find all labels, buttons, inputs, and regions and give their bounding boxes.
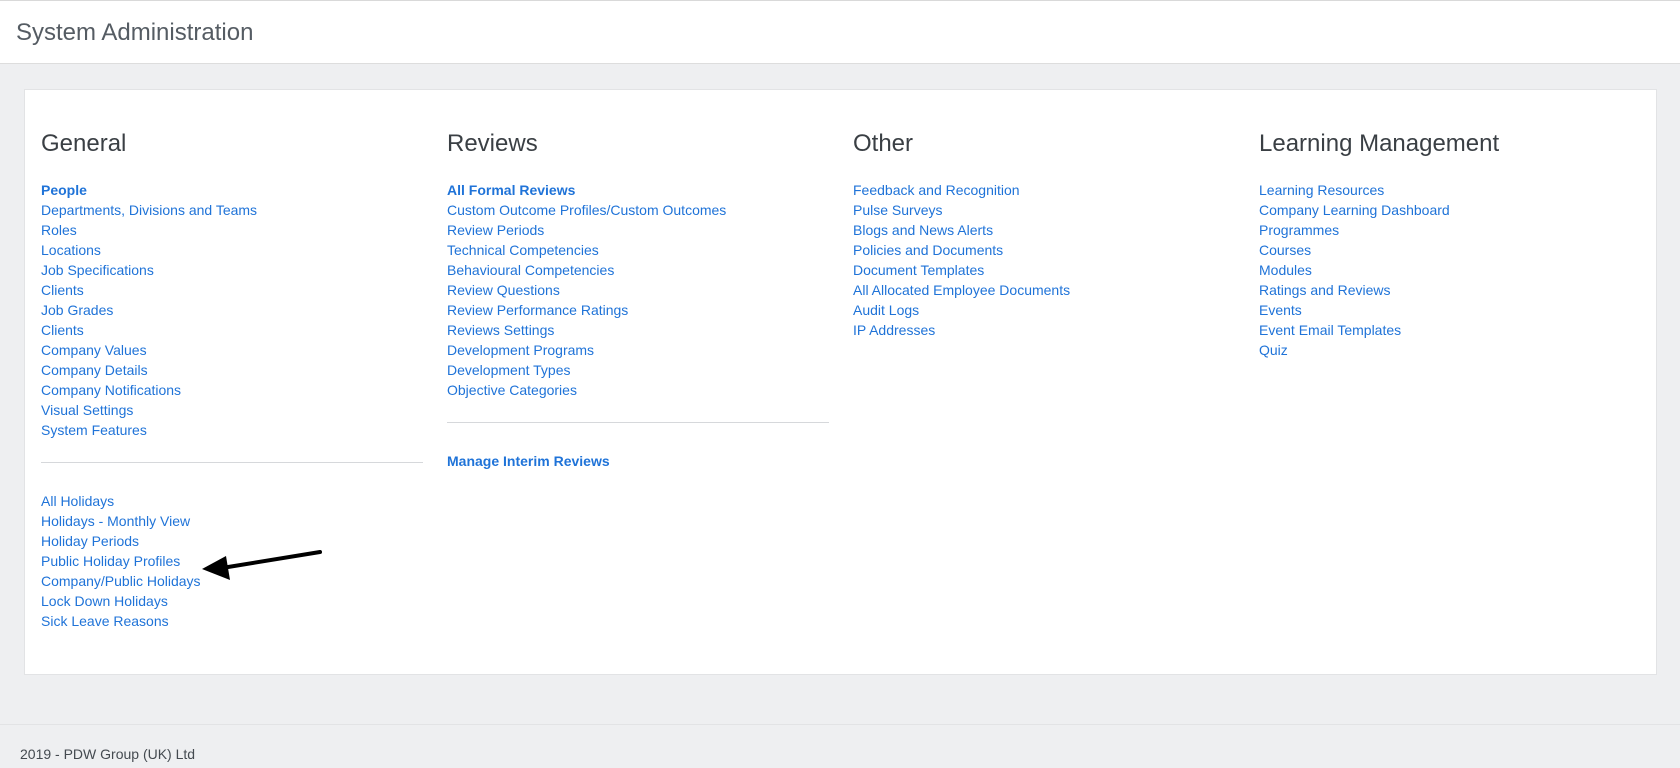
link-job-grades[interactable]: Job Grades [41, 300, 423, 320]
link-visual-settings[interactable]: Visual Settings [41, 400, 423, 420]
link-clients[interactable]: Clients [41, 280, 423, 300]
footer-copyright: 2019 - PDW Group (UK) Ltd [20, 746, 196, 762]
link-list: People Departments, Divisions and Teams Ro… [41, 180, 423, 440]
column-learning-management: Learning Management Learning Resources Com… [1259, 130, 1641, 360]
link-pulse-surveys[interactable]: Pulse Surveys [853, 200, 1235, 220]
section-divider [41, 462, 423, 463]
link-people[interactable]: People [41, 180, 423, 200]
link-review-performance-ratings[interactable]: Review Performance Ratings [447, 300, 829, 320]
link-company-values[interactable]: Company Values [41, 340, 423, 360]
footer: 2019 - PDW Group (UK) Ltd [0, 724, 1680, 768]
link-events[interactable]: Events [1259, 300, 1641, 320]
link-company-learning-dashboard[interactable]: Company Learning Dashboard [1259, 200, 1641, 220]
link-list: Learning Resources Company Learning Dashb… [1259, 180, 1641, 360]
link-departments-divisions-and-teams[interactable]: Departments, Divisions and Teams [41, 200, 423, 220]
link-holidays-monthly-view[interactable]: Holidays - Monthly View [41, 511, 423, 531]
section-heading: Learning Management [1259, 130, 1500, 157]
link-ip-addresses[interactable]: IP Addresses [853, 320, 1235, 340]
link-list: All Formal Reviews Custom Outcome Profile… [447, 180, 829, 400]
link-system-features[interactable]: System Features [41, 420, 423, 440]
link-manage-interim-reviews[interactable]: Manage Interim Reviews [447, 451, 829, 471]
link-list: Manage Interim Reviews [447, 451, 829, 471]
link-blogs-and-news-alerts[interactable]: Blogs and News Alerts [853, 220, 1235, 240]
link-feedback-and-recognition[interactable]: Feedback and Recognition [853, 180, 1235, 200]
column-reviews: Reviews All Formal Reviews Custom Outcome … [447, 130, 829, 471]
column-other: Other Feedback and Recognition Pulse Surve… [853, 130, 1235, 340]
link-event-email-templates[interactable]: Event Email Templates [1259, 320, 1641, 340]
link-clients[interactable]: Clients [41, 320, 423, 340]
link-behavioural-competencies[interactable]: Behavioural Competencies [447, 260, 829, 280]
link-development-programs[interactable]: Development Programs [447, 340, 829, 360]
page-title: System Administration [16, 19, 254, 46]
link-learning-resources[interactable]: Learning Resources [1259, 180, 1641, 200]
link-list: Feedback and Recognition Pulse Surveys Blo… [853, 180, 1235, 340]
link-modules[interactable]: Modules [1259, 260, 1641, 280]
link-audit-logs[interactable]: Audit Logs [853, 300, 1235, 320]
link-job-specifications[interactable]: Job Specifications [41, 260, 423, 280]
link-locations[interactable]: Locations [41, 240, 423, 260]
link-ratings-and-reviews[interactable]: Ratings and Reviews [1259, 280, 1641, 300]
link-objective-categories[interactable]: Objective Categories [447, 380, 829, 400]
link-all-formal-reviews[interactable]: All Formal Reviews [447, 180, 829, 200]
section-divider [447, 422, 829, 423]
admin-panel: General People Departments, Divisions and … [24, 89, 1657, 675]
link-technical-competencies[interactable]: Technical Competencies [447, 240, 829, 260]
section-heading: General [41, 130, 127, 157]
section-heading: Reviews [447, 130, 538, 157]
arrow-left-icon [202, 550, 322, 580]
link-company-notifications[interactable]: Company Notifications [41, 380, 423, 400]
link-policies-and-documents[interactable]: Policies and Documents [853, 240, 1235, 260]
link-roles[interactable]: Roles [41, 220, 423, 240]
link-all-allocated-employee-documents[interactable]: All Allocated Employee Documents [853, 280, 1235, 300]
section-heading: Other [853, 130, 914, 157]
link-programmes[interactable]: Programmes [1259, 220, 1641, 240]
link-courses[interactable]: Courses [1259, 240, 1641, 260]
link-custom-outcome-profiles-custom-outcomes[interactable]: Custom Outcome Profiles/Custom Outcomes [447, 200, 829, 220]
link-document-templates[interactable]: Document Templates [853, 260, 1235, 280]
link-lock-down-holidays[interactable]: Lock Down Holidays [41, 591, 423, 611]
link-company-details[interactable]: Company Details [41, 360, 423, 380]
link-quiz[interactable]: Quiz [1259, 340, 1641, 360]
link-review-periods[interactable]: Review Periods [447, 220, 829, 240]
top-bar: System Administration [0, 0, 1680, 64]
link-review-questions[interactable]: Review Questions [447, 280, 829, 300]
link-reviews-settings[interactable]: Reviews Settings [447, 320, 829, 340]
link-all-holidays[interactable]: All Holidays [41, 491, 423, 511]
link-development-types[interactable]: Development Types [447, 360, 829, 380]
link-sick-leave-reasons[interactable]: Sick Leave Reasons [41, 611, 423, 631]
